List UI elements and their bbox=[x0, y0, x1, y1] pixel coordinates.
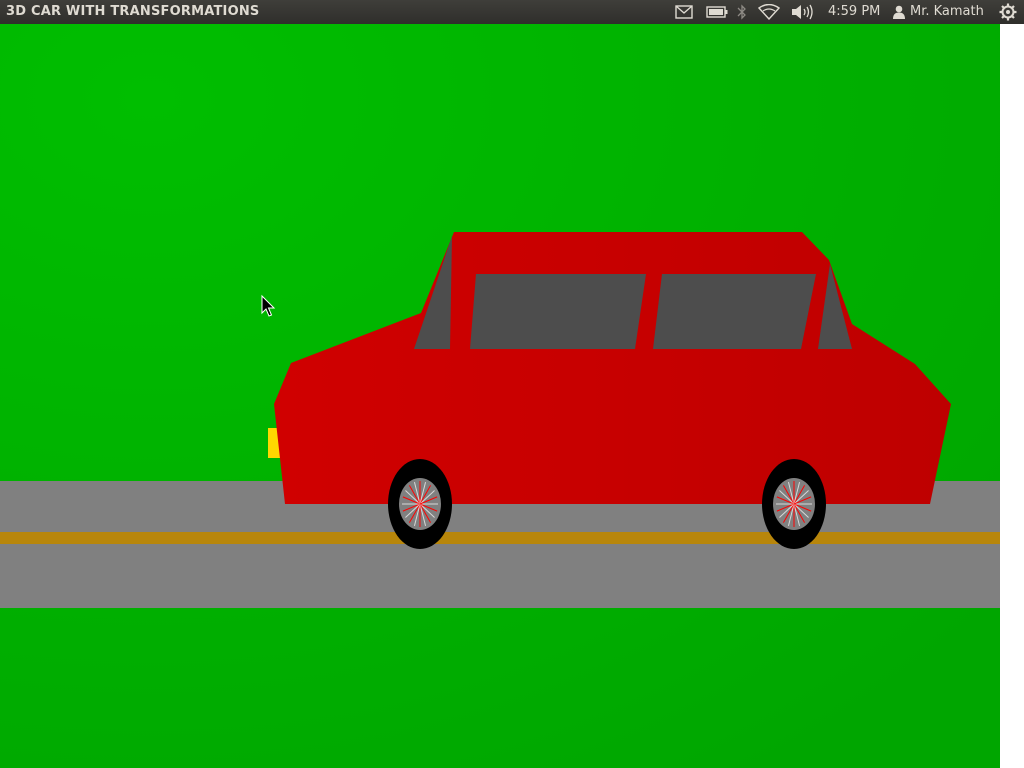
gear-icon[interactable] bbox=[998, 0, 1018, 24]
desktop-edge bbox=[1000, 24, 1024, 768]
window-title: 3D CAR WITH TRANSFORMATIONS bbox=[6, 4, 260, 19]
front-wheel bbox=[762, 459, 826, 549]
road-center-stripe bbox=[0, 532, 1000, 544]
gl-canvas[interactable] bbox=[0, 24, 1000, 768]
clock[interactable]: 4:59 PM bbox=[828, 0, 880, 24]
rear-door-window bbox=[470, 274, 646, 349]
user-icon[interactable] bbox=[892, 0, 906, 24]
battery-icon[interactable] bbox=[705, 0, 729, 24]
top-panel: 3D CAR WITH TRANSFORMATIONS 4:59 PM Mr. … bbox=[0, 0, 1024, 24]
user-menu[interactable]: Mr. Kamath bbox=[910, 0, 984, 24]
volume-icon[interactable] bbox=[790, 0, 814, 24]
mail-icon[interactable] bbox=[674, 0, 694, 24]
bluetooth-icon[interactable] bbox=[735, 0, 749, 24]
front-door-window bbox=[653, 274, 816, 349]
wifi-icon[interactable] bbox=[757, 0, 781, 24]
rear-wheel bbox=[388, 459, 452, 549]
